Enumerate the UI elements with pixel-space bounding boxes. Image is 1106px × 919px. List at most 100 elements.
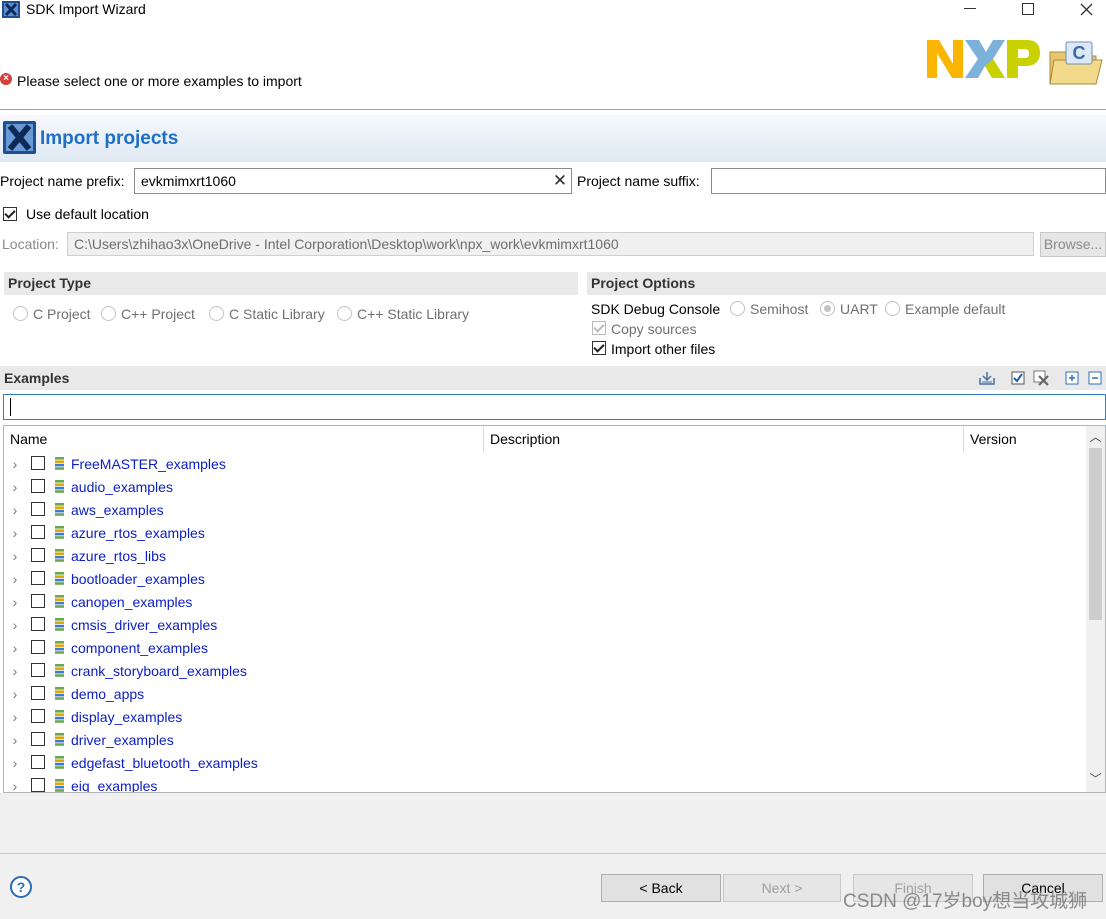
scroll-down-icon[interactable]: ﹀	[1086, 770, 1105, 788]
example-name[interactable]: FreeMASTER_examples	[71, 455, 226, 473]
expand-chevron-icon[interactable]: ›	[10, 615, 20, 635]
next-button: Next >	[723, 874, 841, 902]
cpp-static-library-radio[interactable]	[337, 306, 352, 321]
row-checkbox[interactable]	[31, 571, 45, 585]
examples-header-bar	[0, 366, 1106, 390]
expand-chevron-icon[interactable]: ›	[10, 477, 20, 497]
column-header-version[interactable]: Version	[964, 426, 1084, 453]
example-name[interactable]: azure_rtos_libs	[71, 547, 166, 565]
row-checkbox[interactable]	[31, 502, 45, 516]
example-name[interactable]: audio_examples	[71, 478, 173, 496]
example-name[interactable]: display_examples	[71, 708, 182, 726]
expand-chevron-icon[interactable]: ›	[10, 638, 20, 658]
table-row[interactable]: › demo_apps	[4, 683, 1084, 706]
row-checkbox[interactable]	[31, 640, 45, 654]
scrollbar-thumb[interactable]	[1089, 448, 1102, 620]
row-checkbox[interactable]	[31, 479, 45, 493]
example-name[interactable]: bootloader_examples	[71, 570, 205, 588]
row-checkbox[interactable]	[31, 778, 45, 792]
expand-chevron-icon[interactable]: ›	[10, 776, 20, 792]
import-other-files-checkbox[interactable]	[592, 341, 606, 355]
help-icon[interactable]: ?	[10, 876, 32, 898]
example-name[interactable]: azure_rtos_examples	[71, 524, 205, 542]
expand-chevron-icon[interactable]: ›	[10, 753, 20, 773]
row-checkbox[interactable]	[31, 456, 45, 470]
expand-chevron-icon[interactable]: ›	[10, 500, 20, 520]
cpp-project-radio[interactable]	[101, 306, 116, 321]
table-row[interactable]: › eiq_examples	[4, 775, 1084, 792]
table-row[interactable]: › azure_rtos_examples	[4, 522, 1084, 545]
back-button[interactable]: < Back	[601, 874, 721, 902]
expand-chevron-icon[interactable]: ›	[10, 661, 20, 681]
deselect-all-icon[interactable]	[1033, 370, 1049, 386]
expand-chevron-icon[interactable]: ›	[10, 569, 20, 589]
library-icon	[55, 710, 64, 723]
table-row[interactable]: › display_examples	[4, 706, 1084, 729]
use-default-location-checkbox[interactable]	[3, 207, 17, 221]
expand-chevron-icon[interactable]: ›	[10, 730, 20, 750]
table-row[interactable]: › bootloader_examples	[4, 568, 1084, 591]
scroll-up-icon[interactable]: ︿	[1086, 428, 1105, 446]
watermark-text: CSDN @17岁boy想当攻城狮	[843, 891, 1088, 912]
maximize-button[interactable]	[1008, 0, 1048, 18]
expand-chevron-icon[interactable]: ›	[10, 454, 20, 474]
example-name[interactable]: cmsis_driver_examples	[71, 616, 217, 634]
clear-icon[interactable]: ✕	[550, 171, 570, 191]
uart-radio[interactable]	[820, 301, 835, 316]
table-row[interactable]: › aws_examples	[4, 499, 1084, 522]
select-all-icon[interactable]	[1010, 370, 1026, 386]
example-name[interactable]: component_examples	[71, 639, 208, 657]
expand-chevron-icon[interactable]: ›	[10, 684, 20, 704]
row-checkbox[interactable]	[31, 525, 45, 539]
table-row[interactable]: › FreeMASTER_examples	[4, 453, 1084, 476]
vertical-scrollbar[interactable]: ︿ ﹀	[1086, 426, 1105, 792]
library-icon	[55, 480, 64, 493]
expand-chevron-icon[interactable]: ›	[10, 707, 20, 727]
c-static-library-radio[interactable]	[209, 306, 224, 321]
example-name[interactable]: aws_examples	[71, 501, 164, 519]
table-row[interactable]: › driver_examples	[4, 729, 1084, 752]
error-icon: ×	[0, 73, 12, 85]
example-default-radio[interactable]	[885, 301, 900, 316]
table-row[interactable]: › canopen_examples	[4, 591, 1084, 614]
row-checkbox[interactable]	[31, 686, 45, 700]
table-row[interactable]: › azure_rtos_libs	[4, 545, 1084, 568]
import-from-sdk-icon[interactable]	[979, 370, 995, 386]
expand-chevron-icon[interactable]: ›	[10, 546, 20, 566]
table-row[interactable]: › cmsis_driver_examples	[4, 614, 1084, 637]
row-checkbox[interactable]	[31, 732, 45, 746]
table-row[interactable]: › component_examples	[4, 637, 1084, 660]
collapse-all-icon[interactable]	[1087, 370, 1103, 386]
table-row[interactable]: › edgefast_bluetooth_examples	[4, 752, 1084, 775]
expand-chevron-icon[interactable]: ›	[10, 592, 20, 612]
example-name[interactable]: edgefast_bluetooth_examples	[71, 754, 258, 772]
examples-tree[interactable]: Name Description Version › FreeMASTER_exa…	[3, 425, 1106, 793]
row-checkbox[interactable]	[31, 755, 45, 769]
expand-chevron-icon[interactable]: ›	[10, 523, 20, 543]
table-row[interactable]: › crank_storyboard_examples	[4, 660, 1084, 683]
row-checkbox[interactable]	[31, 709, 45, 723]
library-icon	[55, 457, 64, 470]
example-name[interactable]: driver_examples	[71, 731, 174, 749]
example-name[interactable]: crank_storyboard_examples	[71, 662, 247, 680]
column-header-description[interactable]: Description	[484, 426, 964, 453]
column-header-name[interactable]: Name	[4, 426, 484, 453]
suffix-input[interactable]	[711, 168, 1106, 194]
table-row[interactable]: › audio_examples	[4, 476, 1084, 499]
minimize-button[interactable]	[950, 0, 990, 18]
example-name[interactable]: demo_apps	[71, 685, 144, 703]
close-button[interactable]	[1066, 0, 1106, 18]
cpp-project-label: C++ Project	[121, 306, 195, 322]
row-checkbox[interactable]	[31, 548, 45, 562]
examples-filter-input[interactable]	[3, 394, 1106, 420]
expand-all-icon[interactable]	[1064, 370, 1080, 386]
row-checkbox[interactable]	[31, 617, 45, 631]
prefix-input[interactable]	[134, 168, 572, 194]
row-checkbox[interactable]	[31, 594, 45, 608]
semihost-radio[interactable]	[730, 301, 745, 316]
copy-sources-label: Copy sources	[611, 321, 697, 337]
c-project-radio[interactable]	[13, 306, 28, 321]
row-checkbox[interactable]	[31, 663, 45, 677]
example-name[interactable]: canopen_examples	[71, 593, 192, 611]
example-name[interactable]: eiq_examples	[71, 777, 157, 792]
